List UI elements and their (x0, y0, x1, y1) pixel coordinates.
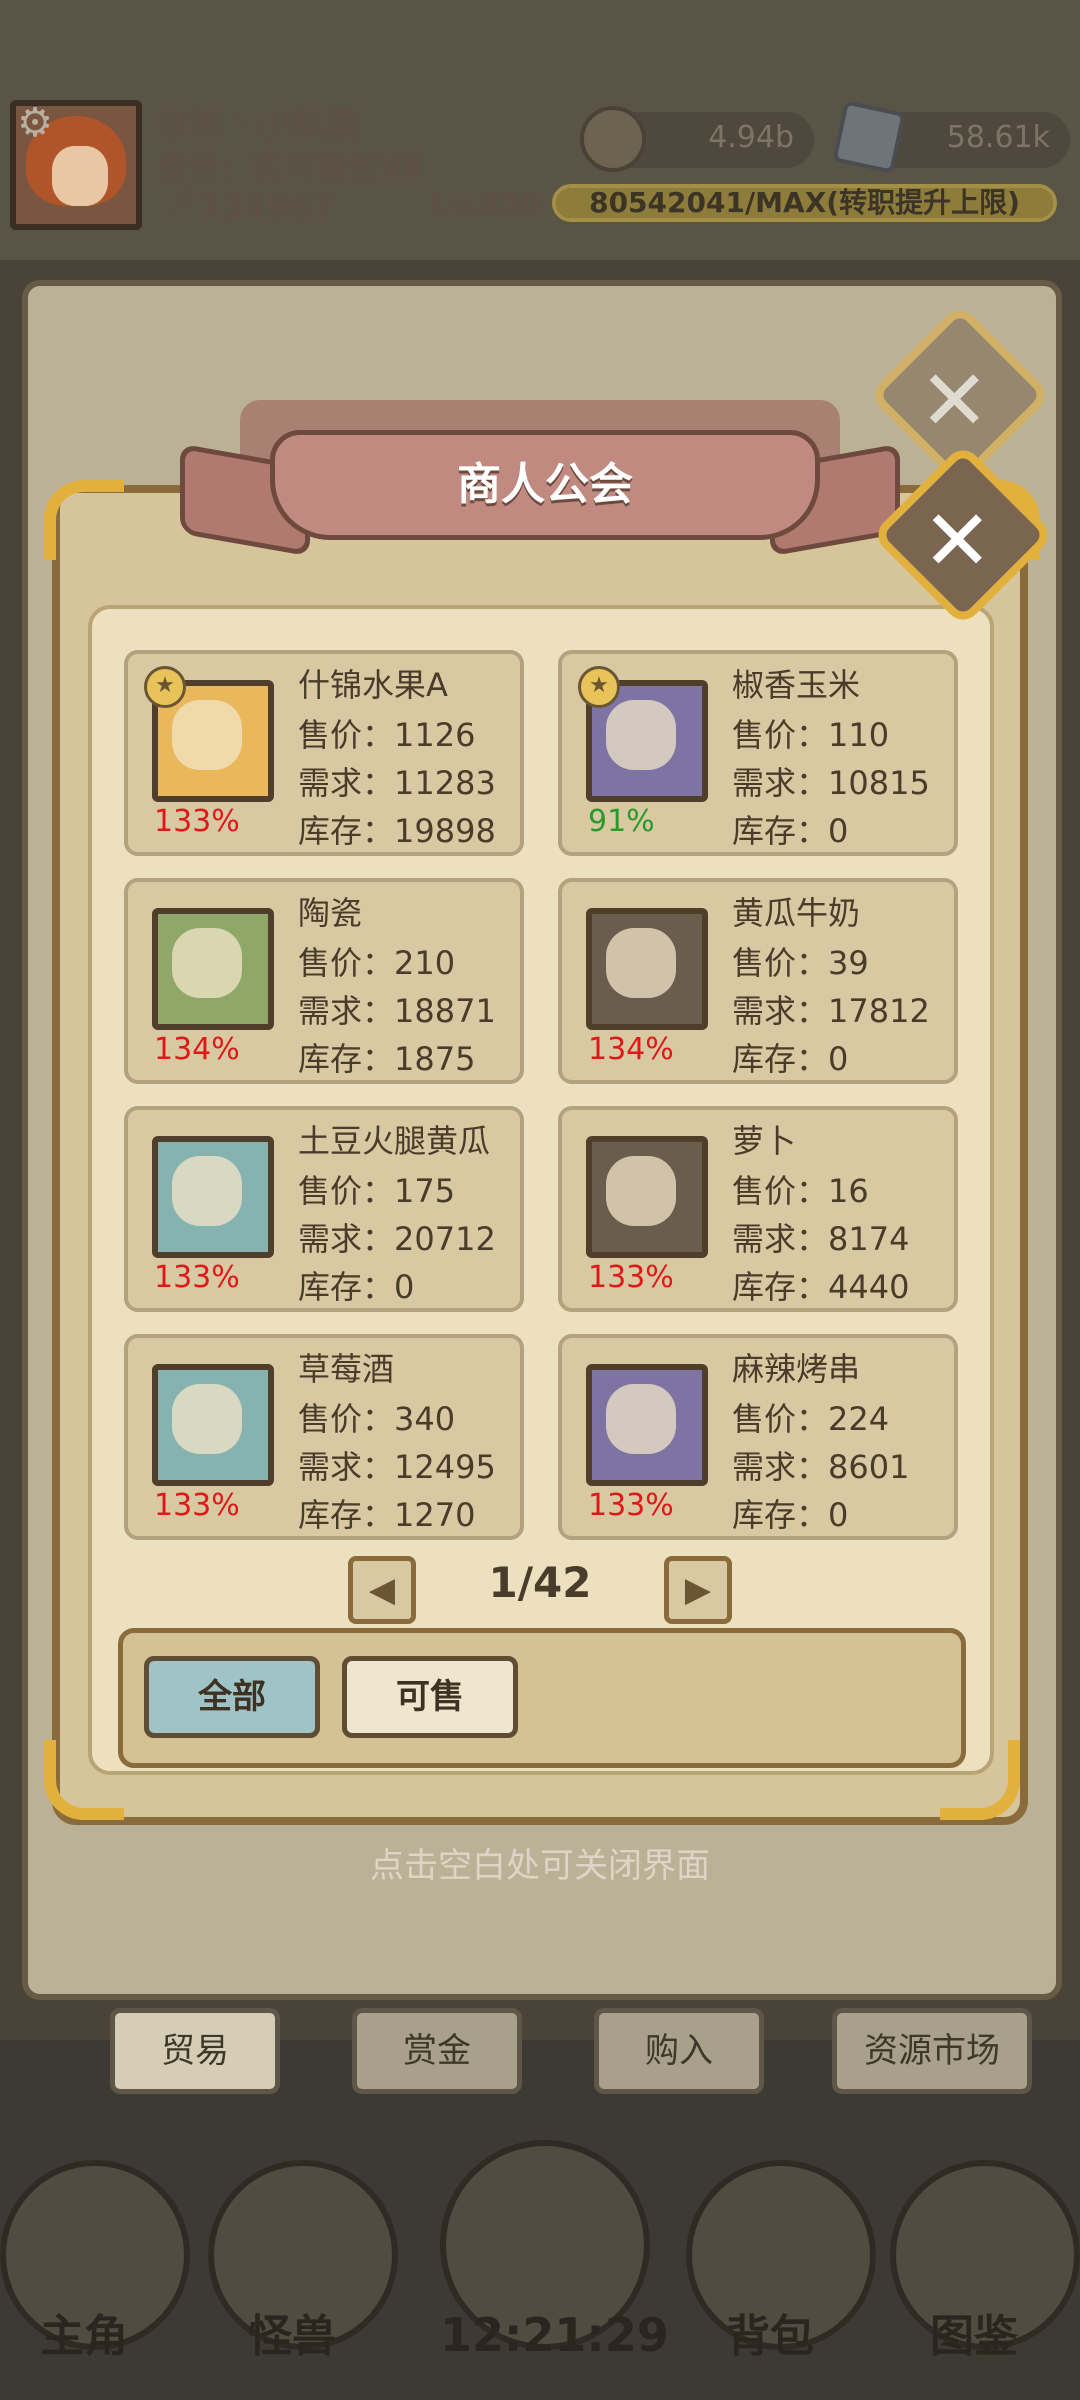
coin-amount: 4.94b (708, 120, 794, 155)
star-icon: ★ (578, 666, 620, 708)
item-card[interactable]: 134% 陶瓷售价：210 需求：18871 库存：1875 (124, 878, 524, 1084)
item-stock: 库存：0 (732, 812, 849, 850)
item-name: 黄瓜牛奶 (732, 894, 861, 932)
player-title: 身份：实习镖长Ⅶ (155, 148, 424, 186)
filter-sellable-button[interactable]: 可售 (342, 1656, 518, 1738)
close-hint: 点击空白处可关闭界面 (370, 1846, 710, 1886)
item-price: 售价：16 (732, 1172, 869, 1210)
item-card[interactable]: ★ 133% 什锦水果A 售价：1126 需求：11283 库存：19898 (124, 650, 524, 856)
skewer-icon (606, 1384, 676, 1454)
item-stock: 库存：1270 (298, 1496, 476, 1534)
nav-monster-label[interactable]: 怪兽 (248, 2300, 336, 2364)
close-icon: ✕ (922, 491, 993, 590)
item-demand: 需求：10815 (732, 764, 930, 802)
item-card[interactable]: 133% 草莓酒售价：340 需求：12495 库存：1270 (124, 1334, 524, 1540)
gem-counter[interactable]: 58.61k (832, 100, 1070, 174)
chevron-left-icon: ◀ (368, 1570, 396, 1610)
gear-icon[interactable]: ⚙ (12, 100, 58, 146)
item-percent: 91% (588, 804, 655, 839)
item-name: 椒香玉米 (732, 666, 861, 704)
tab-bounty[interactable]: 赏金 (352, 2008, 522, 2094)
exp-bar: 80542041/MAX(转职提升上限) (552, 184, 1057, 222)
item-percent: 133% (154, 1260, 240, 1295)
item-card[interactable]: ★ 91% 椒香玉米售价：110 需求：10815 库存：0 (558, 650, 958, 856)
corner-ornament (44, 480, 124, 560)
item-icon-frame (586, 1364, 708, 1486)
dish-icon (172, 1156, 242, 1226)
corn-bowl-icon (606, 700, 676, 770)
page-indicator: 1/42 (488, 1558, 592, 1607)
tab-purchase[interactable]: 购入 (594, 2008, 764, 2094)
filter-all-button[interactable]: 全部 (144, 1656, 320, 1738)
item-percent: 133% (154, 1488, 240, 1523)
next-page-button[interactable]: ▶ (664, 1556, 732, 1624)
nav-backpack-label[interactable]: 背包 (726, 2300, 814, 2364)
milk-glass-icon (606, 928, 676, 998)
item-icon-frame (152, 1136, 274, 1258)
vase-icon (172, 928, 242, 998)
item-icon-frame (586, 908, 708, 1030)
item-stock: 库存：19898 (298, 812, 496, 850)
tab-resource-market[interactable]: 资源市场 (832, 2008, 1032, 2094)
item-stock: 库存：1875 (298, 1040, 476, 1078)
item-name: 什锦水果A (298, 666, 448, 704)
item-demand: 需求：12495 (298, 1448, 496, 1486)
item-stock: 库存：0 (298, 1268, 415, 1306)
item-demand: 需求：11283 (298, 764, 496, 802)
item-icon-frame (152, 908, 274, 1030)
item-icon-frame (152, 1364, 274, 1486)
item-name: 土豆火腿黄瓜 (298, 1122, 491, 1160)
item-stock: 库存：4440 (732, 1268, 910, 1306)
item-percent: 133% (154, 804, 240, 839)
item-name: 萝卜 (732, 1122, 797, 1160)
star-icon: ★ (144, 666, 186, 708)
player-level: Lv.400 (430, 188, 541, 223)
item-percent: 133% (588, 1488, 674, 1523)
nav-codex-label[interactable]: 图鉴 (930, 2300, 1018, 2364)
item-percent: 133% (588, 1260, 674, 1295)
item-price: 售价：175 (298, 1172, 456, 1210)
fruit-basket-icon (172, 700, 242, 770)
item-card[interactable]: 133% 土豆火腿黄瓜 售价：175 需求：20712 库存：0 (124, 1106, 524, 1312)
item-price: 售价：39 (732, 944, 869, 982)
prev-page-button[interactable]: ◀ (348, 1556, 416, 1624)
gem-amount: 58.61k (946, 120, 1050, 155)
item-demand: 需求：18871 (298, 992, 496, 1030)
item-percent: 134% (588, 1032, 674, 1067)
item-price: 售价：210 (298, 944, 456, 982)
wine-bottle-icon (172, 1384, 242, 1454)
item-name: 草莓酒 (298, 1350, 395, 1388)
item-stock: 库存：0 (732, 1040, 849, 1078)
item-icon-frame (586, 1136, 708, 1258)
item-price: 售价：110 (732, 716, 890, 754)
clock: 12:21:29 (440, 2308, 669, 2362)
gem-icon (832, 100, 906, 174)
item-demand: 需求：8174 (732, 1220, 910, 1258)
item-card[interactable]: 134% 黄瓜牛奶售价：39 需求：17812 库存：0 (558, 878, 958, 1084)
sword-icon: 🗡 (160, 186, 199, 221)
exp-text: 80542041/MAX(转职提升上限) (589, 186, 1020, 219)
item-price: 售价：1126 (298, 716, 476, 754)
corner-ornament (44, 1740, 124, 1820)
item-price: 售价：224 (732, 1400, 890, 1438)
nav-hero-label[interactable]: 主角 (40, 2300, 128, 2364)
item-price: 售价：340 (298, 1400, 456, 1438)
player-power: 131867 (200, 188, 334, 226)
coin-icon (580, 106, 646, 172)
player-name: 非洲丶小趴菜 (155, 106, 359, 146)
item-demand: 需求：17812 (732, 992, 930, 1030)
item-name: 麻辣烤串 (732, 1350, 861, 1388)
item-stock: 库存：0 (732, 1496, 849, 1534)
item-demand: 需求：8601 (732, 1448, 910, 1486)
item-demand: 需求：20712 (298, 1220, 496, 1258)
carrot-icon (606, 1156, 676, 1226)
item-card[interactable]: 133% 麻辣烤串售价：224 需求：8601 库存：0 (558, 1334, 958, 1540)
tab-trade[interactable]: 贸易 (110, 2008, 280, 2094)
item-name: 陶瓷 (298, 894, 363, 932)
item-card[interactable]: 133% 萝卜售价：16 需求：8174 库存：4440 (558, 1106, 958, 1312)
chevron-right-icon: ▶ (684, 1570, 712, 1610)
coin-counter[interactable]: 4.94b (580, 106, 814, 172)
dialog-title: 商人公会 (457, 459, 633, 510)
item-percent: 134% (154, 1032, 240, 1067)
